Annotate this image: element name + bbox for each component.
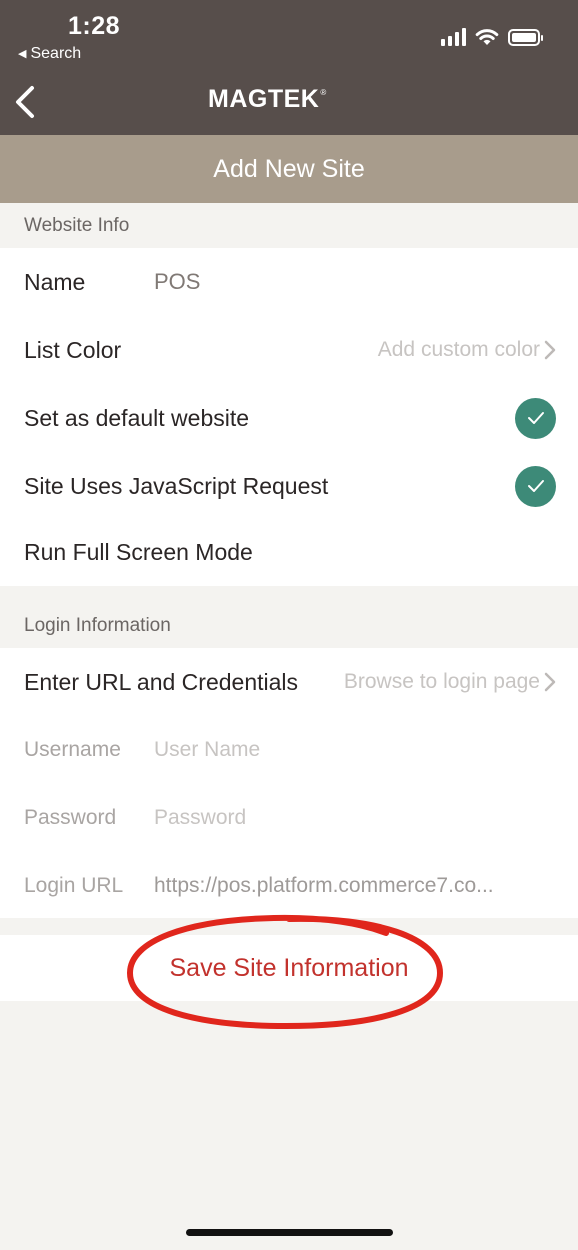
save-site-information-button[interactable]: Save Site Information <box>169 954 408 983</box>
back-chevron-icon[interactable] <box>10 82 44 122</box>
url-credentials-label: Enter URL and Credentials <box>24 668 299 695</box>
browse-login-page-action[interactable]: Browse to login page <box>344 670 556 694</box>
name-label: Name <box>24 268 86 295</box>
login-url-input[interactable]: https://pos.platform.commerce7.co... <box>154 874 546 898</box>
back-triangle-icon: ◀ <box>18 48 27 60</box>
full-screen-label: Run Full Screen Mode <box>24 538 253 565</box>
login-url-row[interactable]: Login URL https://pos.platform.commerce7… <box>0 852 578 920</box>
cellular-signal-icon <box>441 28 466 46</box>
browse-login-page-label: Browse to login page <box>343 670 540 693</box>
back-to-app-label: Search <box>30 45 82 62</box>
javascript-request-label: Site Uses JavaScript Request <box>24 472 329 499</box>
login-url-label: Login URL <box>24 874 124 897</box>
section-header-website-info: Website Info <box>0 203 578 248</box>
full-screen-row[interactable]: Run Full Screen Mode <box>0 518 578 586</box>
password-label: Password <box>24 806 117 829</box>
battery-icon <box>508 28 543 46</box>
home-indicator[interactable] <box>186 1229 393 1236</box>
username-row[interactable]: Username User Name <box>0 716 578 784</box>
password-input[interactable]: Password <box>154 806 246 830</box>
default-website-row[interactable]: Set as default website <box>0 384 578 452</box>
magtek-logo: MAGTEK® <box>208 85 327 113</box>
name-row[interactable]: Name POS <box>0 248 578 316</box>
list-color-row[interactable]: List Color Add custom color <box>0 316 578 384</box>
password-row[interactable]: Password Password <box>0 784 578 852</box>
username-input[interactable]: User Name <box>154 738 260 762</box>
javascript-request-row[interactable]: Site Uses JavaScript Request <box>0 452 578 520</box>
javascript-request-checkmark-icon[interactable] <box>515 465 556 507</box>
url-credentials-row[interactable]: Enter URL and Credentials Browse to logi… <box>0 648 578 716</box>
website-info-group: Name POS List Color Add custom color Set… <box>0 248 578 586</box>
username-label: Username <box>24 738 121 761</box>
page-title: Add New Site <box>213 154 365 183</box>
page-title-band: Add New Site <box>0 135 578 203</box>
status-time: 1:28 <box>68 12 121 40</box>
default-website-label: Set as default website <box>24 404 250 431</box>
section-header-login-information: Login Information <box>0 603 578 648</box>
chevron-right-icon <box>544 340 556 360</box>
name-value[interactable]: POS <box>154 269 200 295</box>
list-color-action-label: Add custom color <box>377 338 540 361</box>
save-button-group: Save Site Information <box>0 935 578 1001</box>
list-color-action[interactable]: Add custom color <box>378 338 556 362</box>
list-color-label: List Color <box>24 336 122 363</box>
chevron-right-icon <box>544 672 556 692</box>
back-to-app-link[interactable]: ◀ Search <box>18 45 81 63</box>
status-icons <box>441 26 543 48</box>
wifi-icon <box>475 29 499 45</box>
login-info-group: Enter URL and Credentials Browse to logi… <box>0 648 578 918</box>
top-bar: 1:28 ◀ Search MAGTEK® <box>0 0 578 135</box>
default-website-checkmark-icon[interactable] <box>515 397 556 439</box>
